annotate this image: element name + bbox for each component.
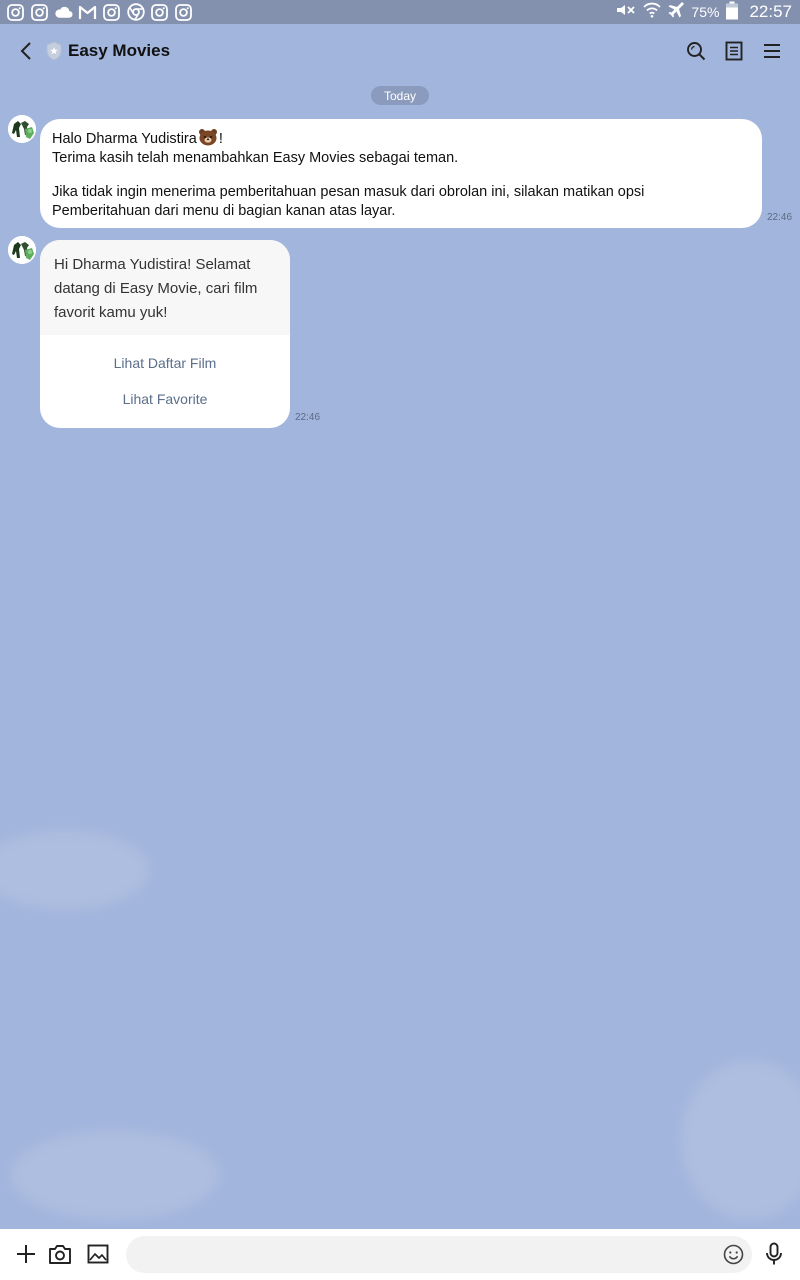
microphone-icon — [766, 1242, 782, 1265]
battery-icon — [725, 1, 739, 24]
background-cloud — [680, 1060, 800, 1220]
instagram-icon — [6, 3, 25, 22]
gallery-button[interactable] — [86, 1242, 110, 1266]
message-timestamp: 22:46 — [295, 412, 321, 423]
bot-avatar-image — [8, 236, 36, 264]
lihat-favorite-button[interactable]: Lihat Favorite — [40, 381, 290, 417]
chrome-icon — [126, 3, 145, 22]
message-line: Terima kasih telah menambahkan Easy Movi… — [52, 150, 459, 166]
notes-button[interactable] — [722, 39, 746, 63]
lihat-daftar-film-button[interactable]: Lihat Daftar Film — [40, 345, 290, 381]
gmail-icon — [78, 3, 97, 22]
message-input-bar — [0, 1229, 800, 1280]
mute-icon — [615, 3, 637, 21]
chevron-left-icon — [20, 42, 31, 60]
hamburger-menu-icon — [764, 44, 780, 58]
message-bubble-buttons: Hi Dharma Yudistira! Selamat datang di E… — [40, 240, 290, 428]
message-timestamp: 22:46 — [767, 212, 793, 223]
status-bar: 75% 22:57 — [0, 0, 800, 24]
chat-title: Easy Movies — [68, 41, 171, 60]
instagram-icon — [174, 3, 193, 22]
bot-avatar-image — [8, 115, 36, 143]
camera-button[interactable] — [48, 1242, 72, 1266]
emoji-button[interactable] — [721, 1242, 745, 1266]
bot-avatar[interactable] — [8, 236, 36, 264]
camera-icon — [49, 1245, 71, 1264]
message-line: Halo Dharma Yudistira! — [52, 128, 750, 149]
button-template-text: Hi Dharma Yudistira! Selamat datang di E… — [40, 240, 290, 335]
message-line: Pemberitahuan dari menu di bagian kanan … — [52, 203, 396, 219]
add-button[interactable] — [14, 1242, 38, 1266]
wifi-icon — [643, 2, 662, 22]
search-icon — [687, 42, 706, 61]
plus-icon — [17, 1245, 35, 1263]
search-button[interactable] — [684, 39, 708, 63]
image-icon — [87, 1244, 109, 1264]
notes-icon — [725, 41, 743, 61]
instagram-icon — [102, 3, 121, 22]
message-input[interactable] — [126, 1236, 752, 1273]
menu-button[interactable] — [760, 39, 784, 63]
background-cloud — [0, 830, 150, 910]
instagram-icon — [150, 3, 169, 22]
notification-icons — [6, 3, 193, 22]
message-line: Jika tidak ingin menerima pemberitahuan … — [52, 184, 645, 200]
chat-header: Easy Movies — [0, 24, 800, 78]
instagram-icon — [30, 3, 49, 22]
system-status: 75% 22:57 — [615, 1, 792, 24]
cloud-icon — [54, 3, 73, 22]
airplane-icon — [667, 1, 685, 23]
back-button[interactable] — [14, 39, 38, 63]
smiley-icon — [723, 1244, 743, 1264]
status-time: 22:57 — [749, 2, 792, 21]
battery-percent: 75% — [691, 4, 720, 20]
official-account-shield-icon — [45, 41, 63, 61]
message-bubble-welcome[interactable]: Halo Dharma Yudistira! Terima kasih tela… — [40, 119, 762, 228]
bot-avatar[interactable] — [8, 115, 36, 143]
voice-button[interactable] — [762, 1242, 786, 1266]
brown-bear-emoji-icon — [198, 128, 218, 146]
background-cloud — [10, 1130, 220, 1220]
date-separator: Today — [371, 86, 429, 105]
